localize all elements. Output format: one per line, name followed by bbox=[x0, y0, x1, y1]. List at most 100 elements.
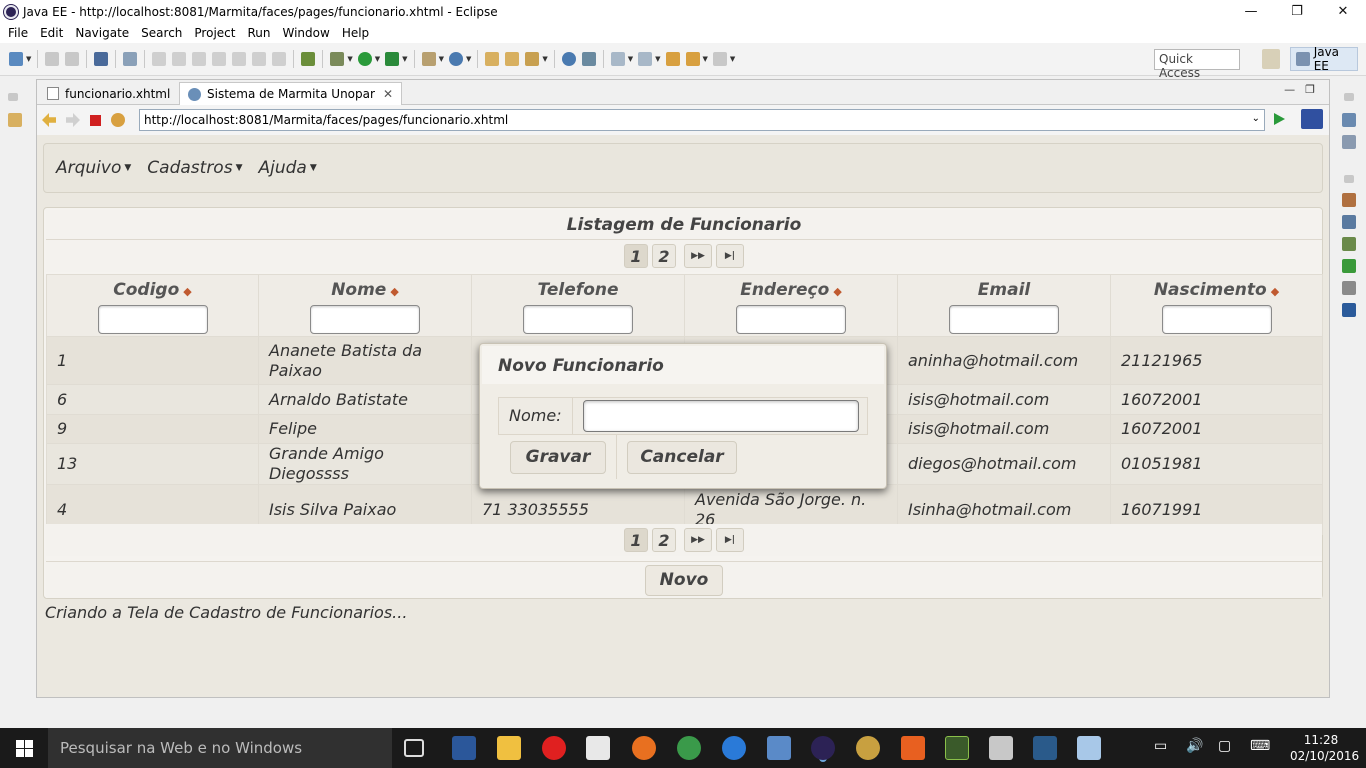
url-input[interactable]: http://localhost:8081/Marmita/faces/page… bbox=[139, 109, 1265, 131]
page-1-button[interactable]: 1 bbox=[624, 244, 648, 268]
web-browser-icon[interactable] bbox=[561, 52, 576, 66]
chevron-down-icon[interactable]: ▼ bbox=[26, 55, 31, 63]
skip-breakpoints-icon[interactable] bbox=[123, 52, 138, 66]
last-edit-icon[interactable] bbox=[665, 52, 680, 66]
filter-input-nascimento[interactable] bbox=[1161, 305, 1272, 334]
filter-input-nome[interactable] bbox=[310, 305, 420, 334]
suspend-icon[interactable] bbox=[172, 52, 187, 66]
previous-annotation-icon[interactable] bbox=[638, 52, 653, 66]
refresh-icon[interactable] bbox=[111, 113, 125, 127]
back-icon[interactable] bbox=[685, 52, 700, 66]
server-icon[interactable] bbox=[301, 52, 316, 66]
run-icon[interactable] bbox=[357, 52, 372, 66]
snippets-icon[interactable] bbox=[1342, 281, 1356, 295]
close-icon[interactable]: ✕ bbox=[1320, 0, 1366, 23]
new-java-project-icon[interactable] bbox=[421, 52, 436, 66]
mysql-workbench-icon[interactable] bbox=[1033, 736, 1057, 760]
sort-icon[interactable]: ◆ bbox=[390, 285, 398, 298]
taskbar-clock[interactable]: 11:28 02/10/2016 bbox=[1290, 732, 1359, 764]
last-page-icon[interactable]: ▶| bbox=[716, 528, 744, 552]
save-all-icon[interactable] bbox=[65, 52, 80, 66]
image-viewer-icon[interactable] bbox=[1077, 736, 1101, 760]
column-header-codigo[interactable]: Codigo ◆ bbox=[46, 274, 259, 337]
filter-input-codigo[interactable] bbox=[97, 305, 208, 334]
console-view-icon[interactable] bbox=[1342, 303, 1356, 317]
debug-icon[interactable] bbox=[330, 52, 345, 66]
search-tool-icon[interactable] bbox=[525, 52, 540, 66]
terminate-icon[interactable] bbox=[192, 52, 207, 66]
notifications-icon[interactable]: ▢ bbox=[1218, 738, 1231, 754]
properties-icon[interactable] bbox=[1342, 215, 1356, 229]
word-icon[interactable] bbox=[452, 736, 476, 760]
open-folder-icon[interactable] bbox=[505, 52, 520, 66]
firefox-icon[interactable] bbox=[632, 736, 656, 760]
filter-input-email[interactable] bbox=[949, 305, 1059, 334]
servers-icon[interactable] bbox=[1342, 237, 1356, 251]
menu-ajuda[interactable]: Ajuda ▼ bbox=[258, 158, 316, 178]
forward-arrow-icon[interactable] bbox=[66, 113, 80, 127]
start-button[interactable] bbox=[0, 728, 48, 768]
data-source-icon[interactable] bbox=[1342, 259, 1356, 273]
column-header-nome[interactable]: Nome ◆ bbox=[258, 274, 472, 337]
open-perspective-icon[interactable] bbox=[1262, 49, 1280, 69]
minimize-icon[interactable]: — bbox=[1228, 0, 1274, 23]
volume-icon[interactable]: 🔊 bbox=[1186, 738, 1203, 754]
edge-icon[interactable] bbox=[722, 736, 746, 760]
sort-icon[interactable]: ◆ bbox=[833, 285, 841, 298]
page-1-button[interactable]: 1 bbox=[624, 528, 648, 552]
task-view-icon[interactable] bbox=[404, 739, 424, 757]
resume-icon[interactable] bbox=[152, 52, 167, 66]
restore-view-icon[interactable] bbox=[1344, 175, 1354, 183]
filter-input-endereco[interactable] bbox=[736, 305, 846, 334]
chevron-down-icon[interactable]: ⌄ bbox=[1252, 113, 1260, 124]
book-icon[interactable] bbox=[989, 736, 1013, 760]
step-into-icon[interactable] bbox=[232, 52, 247, 66]
go-icon[interactable] bbox=[1274, 113, 1285, 125]
stop-icon[interactable] bbox=[90, 114, 101, 126]
filter-input-telefone[interactable] bbox=[523, 305, 633, 334]
chrome-icon[interactable] bbox=[677, 736, 701, 760]
outline-icon[interactable] bbox=[1342, 113, 1356, 127]
next-page-icon[interactable]: ▶▶ bbox=[684, 244, 712, 268]
last-page-icon[interactable]: ▶| bbox=[716, 244, 744, 268]
menu-cadastros[interactable]: Cadastros ▼ bbox=[147, 158, 242, 178]
novo-button[interactable]: Novo bbox=[645, 564, 723, 596]
restore-view-icon[interactable] bbox=[8, 93, 18, 101]
battery-icon[interactable]: ▭ bbox=[1154, 738, 1167, 754]
menu-run[interactable]: Run bbox=[241, 26, 276, 40]
cancelar-button[interactable]: Cancelar bbox=[627, 440, 737, 474]
eclipse-icon[interactable] bbox=[811, 736, 835, 760]
column-header-endereco[interactable]: Endereço ◆ bbox=[684, 274, 898, 337]
menu-navigate[interactable]: Navigate bbox=[69, 26, 135, 40]
taskbar-search-input[interactable]: Pesquisar na Web e no Windows bbox=[48, 728, 392, 768]
nome-input[interactable] bbox=[582, 400, 859, 432]
package-explorer-icon[interactable] bbox=[8, 113, 22, 127]
virtualbox-icon[interactable] bbox=[767, 736, 791, 760]
maximize-icon[interactable]: ❐ bbox=[1305, 83, 1325, 96]
step-over-icon[interactable] bbox=[252, 52, 267, 66]
menu-project[interactable]: Project bbox=[188, 26, 241, 40]
keyboard-icon[interactable]: ⌨ bbox=[1250, 738, 1270, 754]
back-arrow-icon[interactable] bbox=[42, 113, 56, 127]
file-explorer-icon[interactable] bbox=[497, 736, 521, 760]
perspective-java-ee[interactable]: Java EE bbox=[1290, 45, 1358, 73]
close-icon[interactable]: ✕ bbox=[383, 87, 393, 101]
tab-funcionario-xhtml[interactable]: funcionario.xhtml bbox=[39, 82, 178, 105]
page-2-button[interactable]: 2 bbox=[652, 528, 676, 552]
forward-icon[interactable] bbox=[712, 52, 727, 66]
gravar-button[interactable]: Gravar bbox=[510, 440, 606, 474]
disconnect-icon[interactable] bbox=[212, 52, 227, 66]
menu-file[interactable]: File bbox=[0, 26, 34, 40]
step-return-icon[interactable] bbox=[272, 52, 287, 66]
dreamweaver-icon[interactable] bbox=[945, 736, 969, 760]
next-page-icon[interactable]: ▶▶ bbox=[684, 528, 712, 552]
column-header-nascimento[interactable]: Nascimento ◆ bbox=[1110, 274, 1323, 337]
menu-edit[interactable]: Edit bbox=[34, 26, 69, 40]
markers-icon[interactable] bbox=[1342, 193, 1356, 207]
open-type-icon[interactable] bbox=[485, 52, 500, 66]
app-orange-icon[interactable] bbox=[901, 736, 925, 760]
restore-view-icon[interactable] bbox=[1344, 93, 1354, 101]
spartan-icon[interactable] bbox=[856, 736, 880, 760]
tab-sistema-marmita[interactable]: Sistema de Marmita Unopar ✕ bbox=[179, 82, 402, 105]
console-icon[interactable] bbox=[94, 52, 109, 66]
